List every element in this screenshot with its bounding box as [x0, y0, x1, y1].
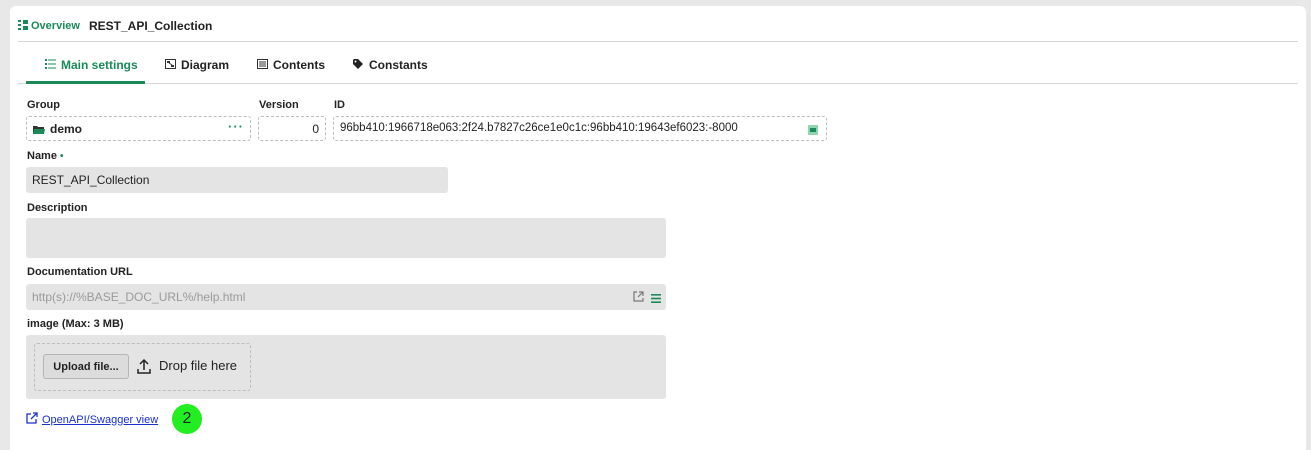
swagger-view-link[interactable]: OpenAPI/Swagger view: [26, 412, 158, 427]
group-label: Group: [27, 99, 60, 111]
version-label: Version: [259, 99, 299, 111]
external-link-icon[interactable]: [633, 291, 644, 305]
overview-icon: [18, 19, 28, 33]
drop-file-text: Drop file here: [159, 358, 238, 373]
name-field[interactable]: REST_API_Collection: [26, 167, 448, 193]
tab-constants[interactable]: Constants: [353, 58, 428, 72]
tab-bar: Main settings Diagram Contents Constants: [18, 48, 1298, 84]
tab-diagram[interactable]: Diagram: [165, 58, 229, 72]
tab-main-settings[interactable]: Main settings: [45, 58, 138, 72]
drop-zone[interactable]: Upload file... Drop file here: [34, 343, 251, 391]
list-icon: [45, 58, 56, 72]
name-label-text: Name: [27, 150, 57, 162]
upload-icon: [137, 358, 151, 377]
tag-icon: [353, 58, 364, 72]
tab-label: Constants: [369, 58, 428, 72]
external-link-icon: [26, 412, 38, 427]
folder-icon: [33, 124, 45, 138]
image-upload-area: Upload file... Drop file here: [26, 335, 666, 399]
name-label: Name •: [27, 150, 63, 162]
contents-icon: [257, 58, 268, 72]
description-field[interactable]: [26, 218, 666, 258]
overview-label: Overview: [31, 20, 80, 32]
description-label: Description: [27, 202, 88, 214]
doc-url-placeholder: http(s)://%BASE_DOC_URL%/help.html: [32, 290, 246, 304]
group-value: demo: [50, 122, 83, 136]
tab-contents[interactable]: Contents: [257, 58, 325, 72]
swagger-view-label: OpenAPI/Swagger view: [42, 413, 159, 426]
menu-icon[interactable]: [651, 292, 661, 306]
main-panel: Overview REST_API_Collection Main settin…: [10, 6, 1306, 450]
id-label: ID: [334, 99, 345, 111]
tab-label: Main settings: [61, 58, 138, 72]
version-field[interactable]: 0: [258, 116, 326, 141]
group-field[interactable]: demo ···: [26, 116, 251, 141]
id-field[interactable]: 96bb410:1966718e063:2f24.b7827c26ce1e0c1…: [333, 116, 827, 141]
upload-file-button[interactable]: Upload file...: [43, 354, 129, 379]
overview-link[interactable]: Overview: [18, 19, 80, 33]
active-tab-indicator: [26, 81, 145, 84]
doc-url-label: Documentation URL: [27, 266, 133, 278]
id-value: 96bb410:1966718e063:2f24.b7827c26ce1e0c1…: [340, 122, 738, 134]
tab-label: Diagram: [181, 58, 230, 72]
breadcrumb: Overview REST_API_Collection: [18, 14, 1298, 42]
image-label: image (Max: 3 MB): [27, 318, 124, 330]
name-value: REST_API_Collection: [32, 173, 150, 187]
page-title: REST_API_Collection: [89, 19, 213, 33]
tab-label: Contents: [273, 58, 325, 72]
required-marker: •: [59, 151, 64, 162]
copy-id-icon[interactable]: [808, 124, 818, 138]
more-icon[interactable]: ···: [228, 119, 244, 134]
doc-url-field[interactable]: http(s)://%BASE_DOC_URL%/help.html: [26, 284, 666, 310]
diagram-icon: [165, 58, 176, 72]
version-value: 0: [312, 122, 319, 136]
step-marker-badge: 2: [172, 404, 202, 434]
